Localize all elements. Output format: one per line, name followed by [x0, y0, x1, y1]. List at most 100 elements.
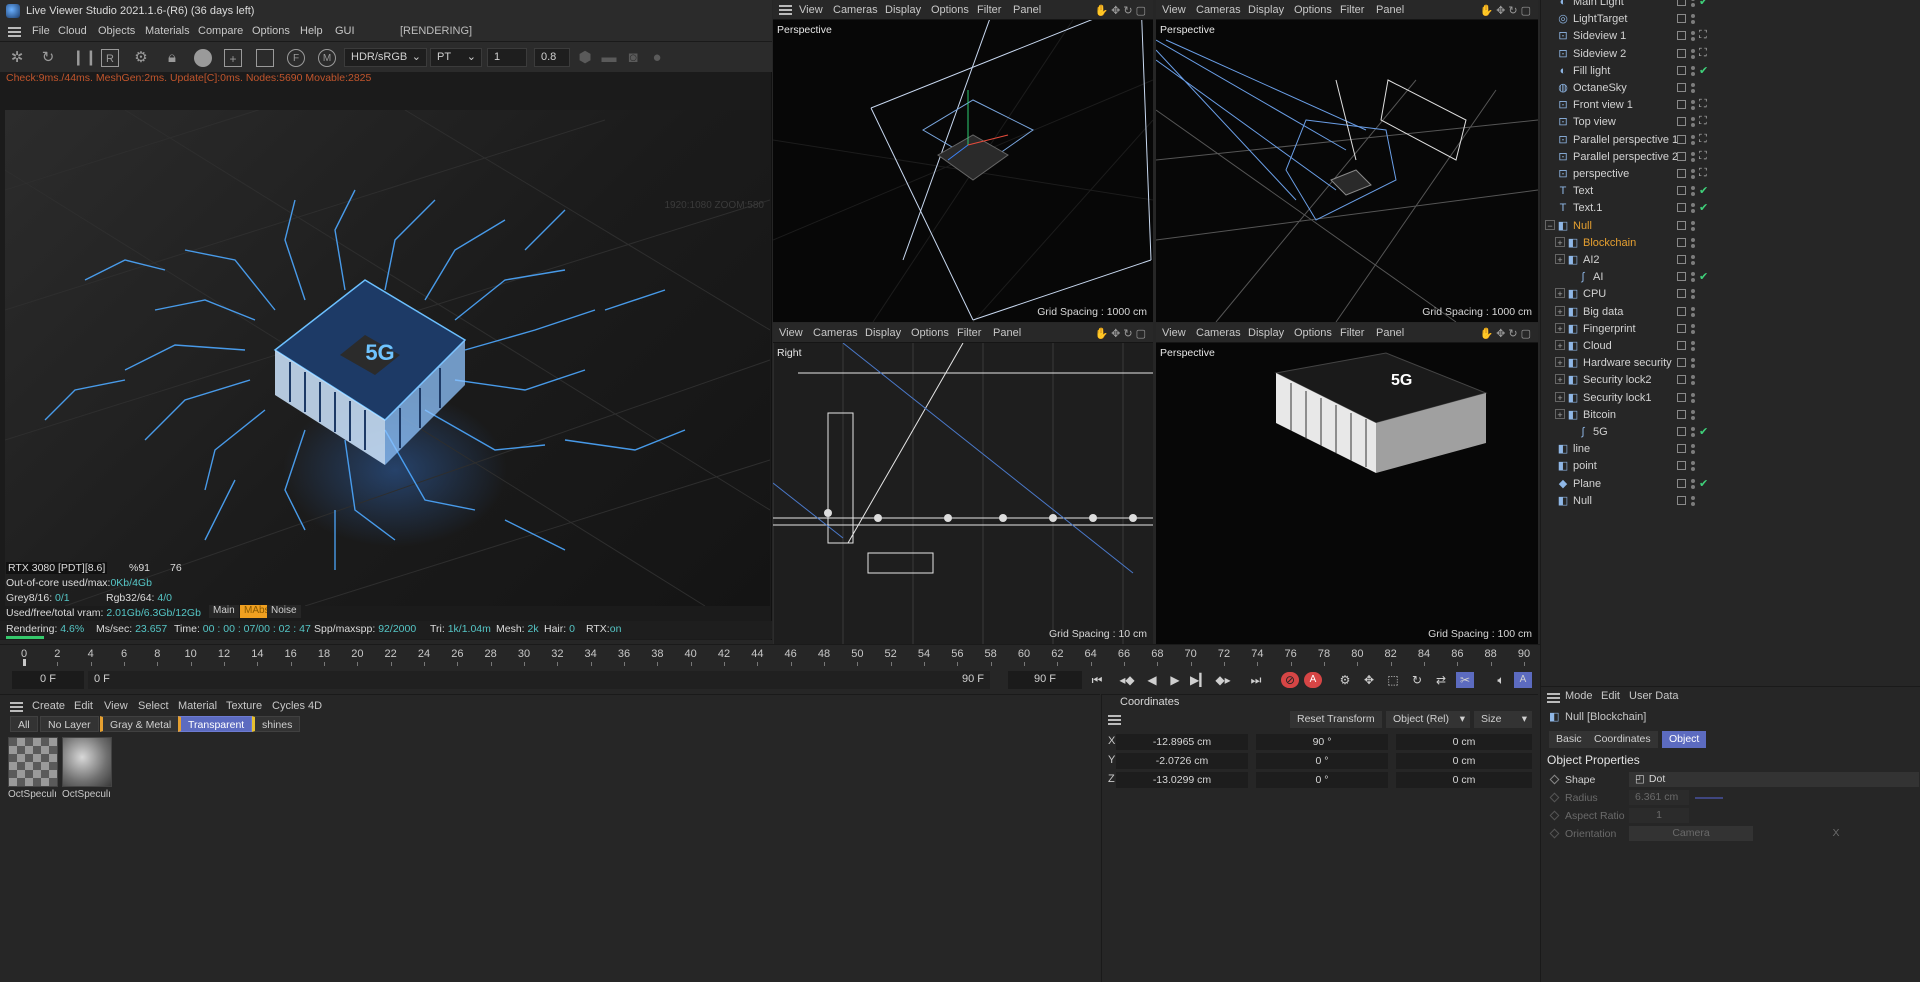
menu-gui[interactable]: GUI: [335, 25, 355, 37]
reset-transform-button[interactable]: Reset Transform: [1290, 711, 1382, 728]
vp-menu-panel[interactable]: Panel: [1376, 4, 1404, 16]
radius-field[interactable]: 6.361 cm: [1629, 790, 1689, 805]
param-key-icon[interactable]: ⇄: [1432, 672, 1450, 688]
size-mode-select[interactable]: Size ▾: [1474, 711, 1532, 728]
object-row[interactable]: ◧ point: [1541, 458, 1920, 475]
object-row[interactable]: ⊡ Front view 1 ⛶: [1541, 97, 1920, 114]
expand-toggle[interactable]: +: [1555, 408, 1565, 420]
visibility-dots[interactable]: [1691, 255, 1695, 265]
attr-menu-edit[interactable]: Edit: [1601, 690, 1620, 702]
menu-cloud[interactable]: Cloud: [58, 25, 87, 37]
object-name[interactable]: Fill light: [1573, 65, 1610, 77]
visibility-dots[interactable]: [1691, 495, 1695, 506]
viewport-bottom-right[interactable]: View Cameras Display Options Filter Pane…: [1156, 323, 1538, 644]
play-icon[interactable]: ▶: [1166, 672, 1184, 688]
object-name[interactable]: Bitcoin: [1583, 409, 1616, 421]
timeline-ruler[interactable]: 0 2 4 6 8 10 12 14 16 18 20 22 24 26 28 30 32 34 36 38 40 42 4…: [0, 644, 1540, 667]
visibility-dots[interactable]: [1691, 48, 1695, 59]
scale-key-icon[interactable]: ⬚: [1384, 672, 1402, 688]
layer-checkbox[interactable]: [1677, 495, 1686, 505]
keyframe-diamond-icon[interactable]: [1549, 792, 1560, 803]
next-frame-icon[interactable]: ▶▎: [1190, 672, 1208, 688]
visibility-dots[interactable]: [1691, 169, 1695, 179]
menu-objects[interactable]: Objects: [98, 25, 135, 37]
autokey-icon[interactable]: A: [1304, 672, 1322, 688]
layer-checkbox[interactable]: [1677, 255, 1686, 264]
restart-render-icon[interactable]: ↻: [39, 49, 57, 67]
protection-tag-icon[interactable]: ⛶: [1699, 47, 1707, 60]
mat-menu-edit[interactable]: Edit: [74, 700, 93, 712]
viewport-menu-icon[interactable]: [779, 5, 792, 15]
mat-menu-view[interactable]: View: [104, 700, 128, 712]
visibility-dots[interactable]: [1691, 134, 1695, 145]
orientation-axis[interactable]: X: [1753, 826, 1919, 841]
object-name[interactable]: CPU: [1583, 288, 1606, 300]
film-icon[interactable]: ▬: [600, 49, 618, 67]
material-thumbnail[interactable]: [62, 737, 112, 787]
mat-menu-cycles4d[interactable]: Cycles 4D: [272, 700, 322, 712]
visibility-dots[interactable]: [1691, 83, 1695, 93]
visibility-dots[interactable]: [1691, 220, 1695, 231]
object-name[interactable]: Security lock2: [1583, 374, 1651, 386]
object-name[interactable]: Front view 1: [1573, 99, 1633, 111]
object-name[interactable]: Cloud: [1583, 340, 1612, 352]
layer-checkbox[interactable]: [1677, 409, 1686, 419]
timeline-mode-icon[interactable]: A: [1514, 672, 1532, 688]
render-settings-icon[interactable]: ✲: [8, 49, 26, 67]
layer-checkbox[interactable]: [1677, 341, 1686, 350]
object-row[interactable]: ⊡ Sideview 1 ⛶: [1541, 28, 1920, 45]
object-row[interactable]: ◆ Plane ✔: [1541, 476, 1920, 493]
layer-checkbox[interactable]: [1677, 14, 1686, 24]
menu-help[interactable]: Help: [300, 25, 323, 37]
object-name[interactable]: Plane: [1573, 478, 1601, 490]
object-row[interactable]: + ◧ Big data: [1541, 304, 1920, 321]
object-name[interactable]: Big data: [1583, 306, 1623, 318]
current-frame-field[interactable]: 0 F: [12, 671, 84, 689]
object-name[interactable]: line: [1573, 443, 1590, 455]
visibility-dots[interactable]: [1691, 151, 1695, 162]
pause-icon[interactable]: ❙❙: [72, 49, 97, 67]
visibility-dots[interactable]: [1691, 392, 1695, 403]
visibility-dots[interactable]: [1691, 427, 1695, 437]
layer-checkbox[interactable]: [1677, 186, 1686, 196]
vp-menu-display[interactable]: Display: [1248, 327, 1284, 339]
object-name[interactable]: LightTarget: [1573, 13, 1627, 25]
object-name[interactable]: Sideview 1: [1573, 30, 1626, 42]
object-row[interactable]: ⊡ Parallel perspective 1 ⛶: [1541, 132, 1920, 149]
visibility-dots[interactable]: [1691, 65, 1695, 76]
color-space-select[interactable]: HDR/sRGB ⌄: [344, 48, 427, 67]
layer-checkbox[interactable]: [1677, 203, 1686, 213]
object-name[interactable]: Hardware security: [1583, 357, 1672, 369]
rotate-key-icon[interactable]: ↻: [1408, 672, 1426, 688]
menu-materials[interactable]: Materials: [145, 25, 190, 37]
visibility-dots[interactable]: [1691, 306, 1695, 317]
object-name[interactable]: point: [1573, 460, 1597, 472]
expand-toggle[interactable]: +: [1555, 391, 1565, 403]
object-row[interactable]: + ◧ Hardware security: [1541, 355, 1920, 372]
object-name[interactable]: 5G: [1593, 426, 1608, 438]
mat-menu-create[interactable]: Create: [32, 700, 65, 712]
vp-menu-filter[interactable]: Filter: [1340, 327, 1364, 339]
expand-toggle[interactable]: +: [1555, 340, 1565, 351]
viewport-top-left[interactable]: View Cameras Display Options Filter Pane…: [773, 0, 1153, 322]
attr-menu-mode[interactable]: Mode: [1565, 690, 1593, 702]
object-name[interactable]: Null: [1573, 495, 1592, 507]
visibility-dots[interactable]: [1691, 203, 1695, 214]
check-icon[interactable]: ✔: [1699, 64, 1708, 77]
aspect-field[interactable]: 1: [1629, 808, 1689, 823]
check-icon[interactable]: ✔: [1699, 425, 1708, 438]
expand-toggle[interactable]: +: [1555, 236, 1565, 248]
material-menu-icon[interactable]: [10, 702, 23, 712]
vp-menu-view[interactable]: View: [779, 327, 803, 339]
visibility-dots[interactable]: [1691, 31, 1695, 42]
keyframe-diamond-icon[interactable]: [1549, 810, 1560, 821]
keyframe-diamond-icon[interactable]: [1549, 828, 1560, 839]
object-name[interactable]: AI2: [1583, 254, 1600, 266]
layer-checkbox[interactable]: [1677, 427, 1686, 436]
vp-menu-view[interactable]: View: [1162, 327, 1186, 339]
check-icon[interactable]: ✔: [1699, 201, 1708, 214]
check-icon[interactable]: ✔: [1699, 0, 1708, 8]
visibility-dots[interactable]: [1691, 323, 1695, 334]
record-icon[interactable]: ⊘: [1281, 672, 1299, 688]
focus-icon[interactable]: F: [287, 49, 305, 67]
